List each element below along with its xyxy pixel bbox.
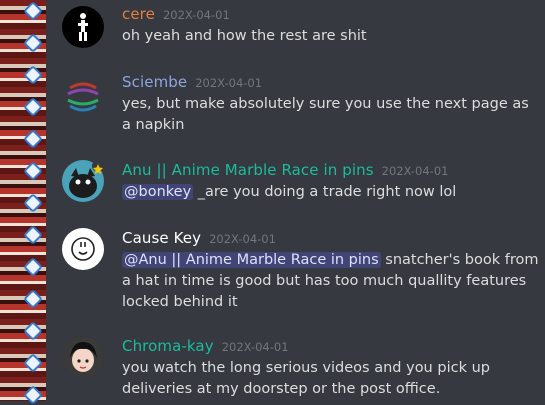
message: Cause Key 202X-04-01 @Anu || Anime Marble… — [62, 228, 542, 324]
message-text-rest: _are you doing a trade right now lol — [193, 184, 457, 200]
timestamp: 202X-04-01 — [221, 340, 289, 354]
timestamp: 202X-04-01 — [209, 232, 276, 246]
username[interactable]: Chroma-kay — [122, 337, 214, 355]
username[interactable]: cere — [122, 5, 155, 23]
message-header: Cause Key 202X-04-01 — [122, 228, 276, 247]
arrow-icon — [23, 1, 43, 21]
message-text: yes, but make absolutely sure you use th… — [122, 96, 529, 133]
message-text: oh yeah and how the rest are shit — [122, 28, 367, 44]
arrow-icon — [23, 225, 43, 245]
username[interactable]: Anu || Anime Marble Race in pins — [122, 161, 374, 179]
arrow-icon — [23, 193, 43, 213]
arrow-icon — [23, 129, 43, 149]
message-header: cere 202X-04-01 — [122, 4, 230, 23]
username[interactable]: Cause Key — [122, 229, 201, 247]
server-sidebar-strip — [0, 0, 46, 405]
user-mention[interactable]: @bonkey — [122, 184, 194, 200]
arrow-icon — [23, 385, 43, 405]
user-mention[interactable]: @Anu || Anime Marble Race in pins — [122, 252, 381, 268]
arrow-icon — [23, 321, 43, 341]
message-text: @bonkey _are you doing a trade right now… — [122, 182, 542, 203]
anime-girl-avatar[interactable] — [62, 336, 104, 378]
username[interactable]: Sciembe — [122, 73, 187, 91]
timestamp: 202X-04-01 — [195, 76, 263, 90]
white-face-avatar[interactable] — [62, 228, 104, 270]
arrow-icon — [23, 97, 43, 117]
arrow-icon — [23, 33, 43, 53]
message-text: @Anu || Anime Marble Race in pins snatch… — [122, 250, 542, 313]
message-header: Sciembe 202X-04-01 — [122, 72, 262, 91]
message: Anu || Anime Marble Race in pins 202X-04-… — [62, 160, 542, 208]
striped-globe-avatar[interactable] — [62, 74, 104, 116]
arrow-icon — [23, 161, 43, 181]
message: cere 202X-04-01 oh yeah and how the rest … — [62, 4, 542, 52]
message-header: Chroma-kay 202X-04-01 — [122, 336, 289, 355]
stick-figure-avatar[interactable] — [62, 6, 104, 48]
timestamp: 202X-04-01 — [381, 164, 449, 178]
arrow-icon — [23, 257, 43, 277]
timestamp: 202X-04-01 — [162, 8, 230, 22]
message-text: you watch the long serious videos and yo… — [122, 360, 490, 397]
arrow-icon — [23, 65, 43, 85]
message-header: Anu || Anime Marble Race in pins 202X-04-… — [122, 160, 448, 179]
arrow-icon — [23, 289, 43, 309]
message: Chroma-kay 202X-04-01 you watch the long … — [62, 336, 542, 400]
arrow-icon — [23, 353, 43, 373]
badge-icon — [92, 160, 104, 174]
message: Sciembe 202X-04-01 yes, but make absolute… — [62, 72, 542, 136]
